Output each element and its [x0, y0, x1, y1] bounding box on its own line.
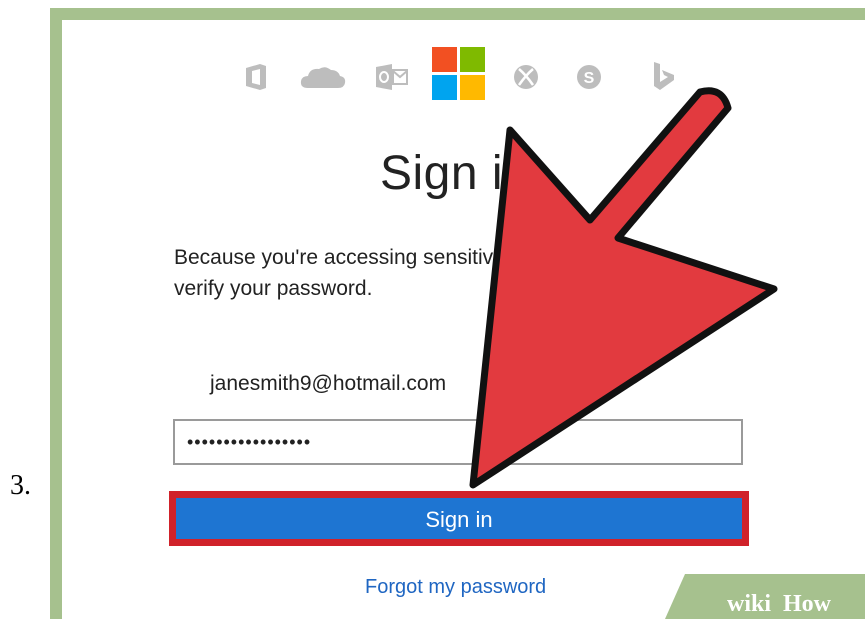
account-email: janesmith9@hotmail.com [210, 372, 447, 395]
watermark-wiki: wiki [727, 591, 771, 617]
forgot-password-link[interactable]: Forgot my password [365, 576, 546, 599]
step-number: 3. [10, 470, 31, 501]
password-field[interactable] [173, 419, 743, 465]
signin-panel: S Sign in Because you're accessing sensi… [62, 20, 865, 619]
wikihow-watermark: wiki How [665, 574, 865, 619]
sign-in-button[interactable]: Sign in [176, 498, 742, 539]
bing-icon [654, 62, 674, 90]
verify-message-line2: verify your password. [174, 277, 373, 300]
skype-icon: S [577, 65, 601, 89]
onedrive-icon [300, 67, 346, 88]
microsoft-logo-icon [432, 47, 485, 100]
watermark-how: How [783, 591, 832, 617]
outlook-icon [376, 64, 408, 90]
verify-message: Because you're accessing sensitive info,… [174, 242, 666, 304]
page-title: Sign in [380, 147, 531, 200]
verify-message-line1: Because you're accessing sensitive info,… [174, 246, 666, 269]
svg-text:S: S [584, 70, 595, 87]
office-icon [246, 64, 266, 90]
xbox-icon [514, 65, 538, 89]
